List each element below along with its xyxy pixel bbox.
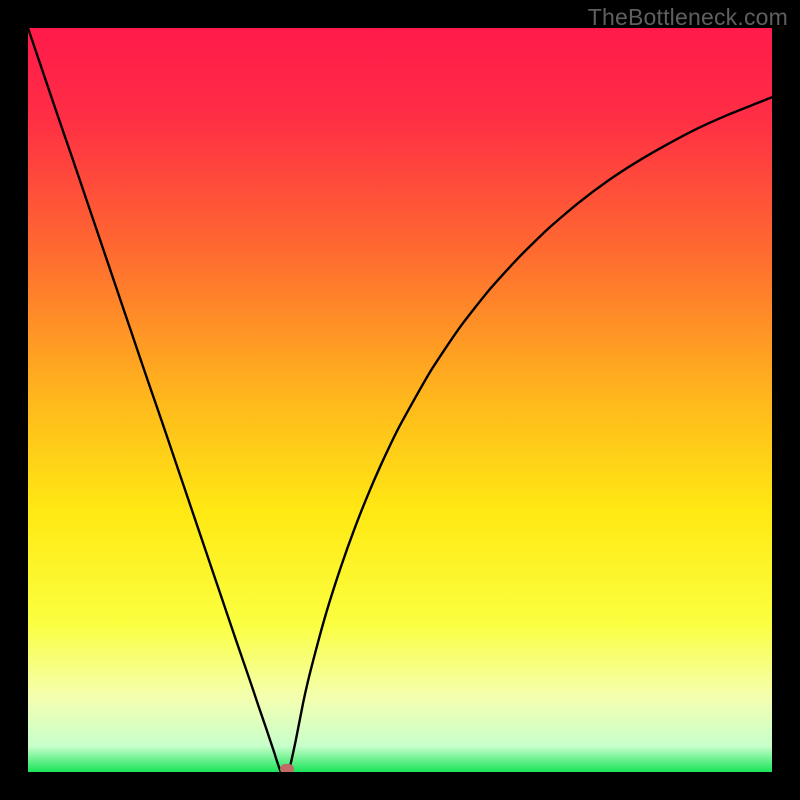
optimal-point-marker (280, 764, 294, 772)
watermark-text: TheBottleneck.com (588, 4, 788, 31)
plot-area (28, 28, 772, 772)
chart-frame: TheBottleneck.com (0, 0, 800, 800)
bottleneck-curve (28, 28, 772, 772)
